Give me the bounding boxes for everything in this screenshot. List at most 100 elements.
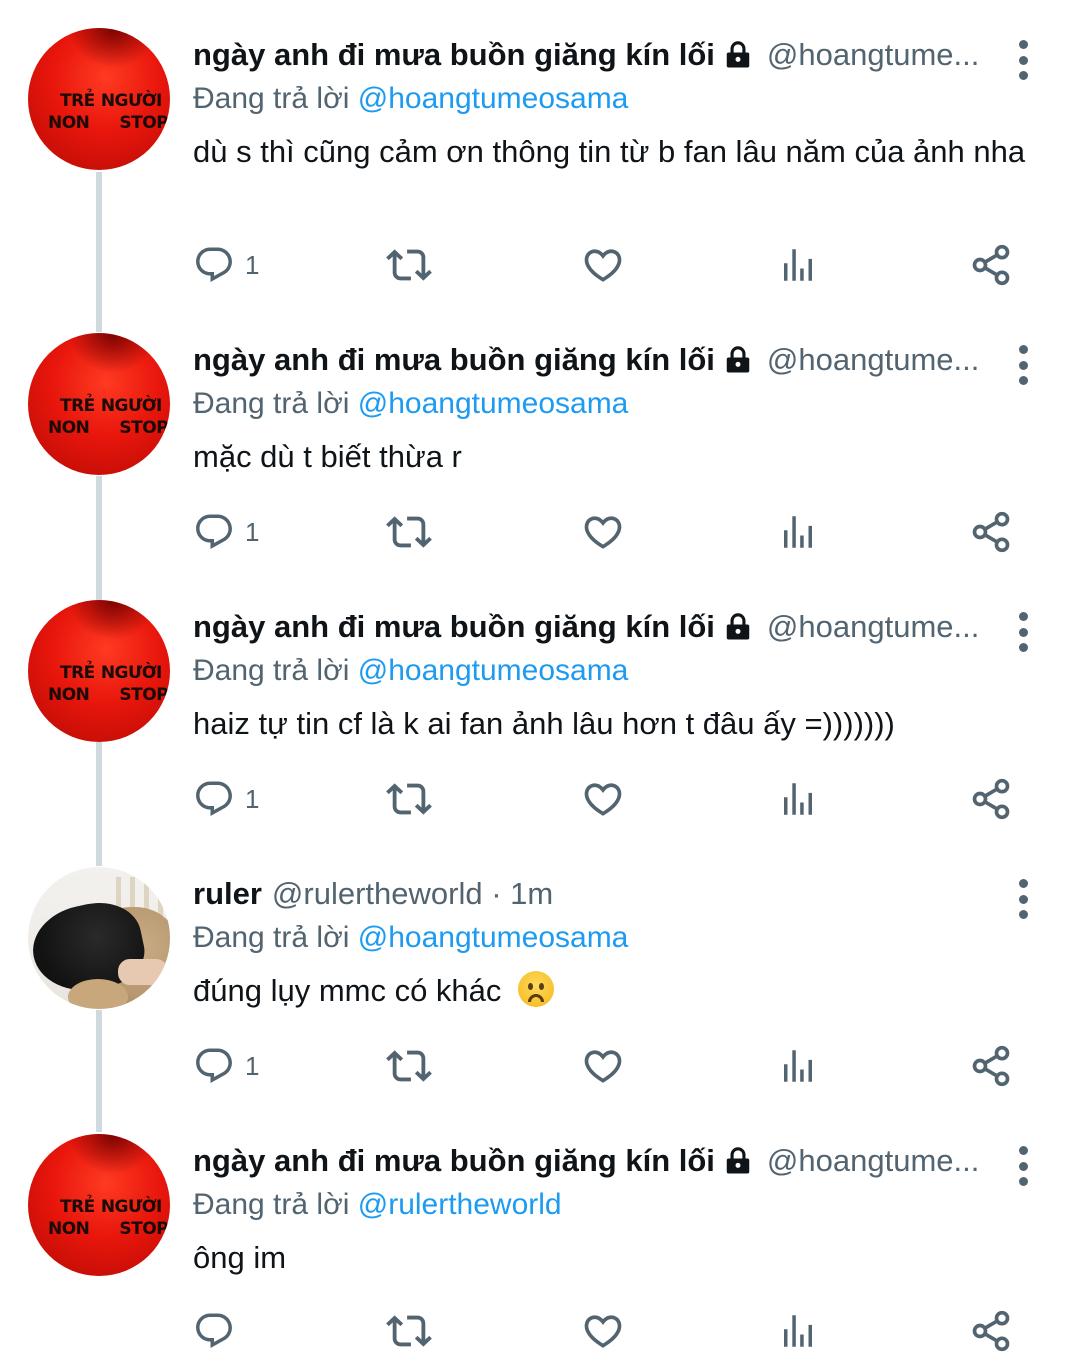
tweet-text: đúng lụy mmc có khác bbox=[193, 973, 502, 1008]
share-icon bbox=[972, 511, 1010, 553]
bar-chart-icon bbox=[784, 783, 812, 815]
like-button[interactable] bbox=[581, 1306, 625, 1356]
user-handle[interactable]: @rulertheworld · 1m bbox=[272, 876, 553, 912]
heart-icon bbox=[584, 1315, 622, 1348]
like-button[interactable] bbox=[581, 1041, 625, 1091]
avatar[interactable]: TRẺ NGƯỜI NON STOP bbox=[28, 600, 170, 742]
replying-to-link[interactable]: @hoangtumeosama bbox=[358, 387, 629, 420]
heart-icon bbox=[584, 516, 622, 549]
replying-to-link[interactable]: @hoangtumeosama bbox=[358, 82, 629, 115]
display-name[interactable]: ngày anh đi mưa buồn giăng kín lối bbox=[193, 37, 715, 73]
avatar[interactable]: TRẺ NGƯỜI NON STOP bbox=[28, 1134, 170, 1276]
share-button[interactable] bbox=[969, 507, 1013, 557]
avatar[interactable] bbox=[28, 867, 170, 1009]
reply-bubble-icon bbox=[196, 1313, 232, 1348]
views-button[interactable] bbox=[777, 507, 819, 557]
reply-button[interactable]: 1 bbox=[193, 1041, 259, 1091]
reply-bubble-icon bbox=[196, 247, 232, 282]
share-icon bbox=[972, 244, 1010, 286]
retweet-button[interactable] bbox=[386, 774, 432, 824]
display-name[interactable]: ngày anh đi mưa buồn giăng kín lối bbox=[193, 1143, 715, 1179]
tweet-text: haiz tự tin cf là k ai fan ảnh lâu hơn t… bbox=[193, 706, 895, 741]
reply-button[interactable]: 1 bbox=[193, 240, 259, 290]
retweet-icon bbox=[386, 1050, 432, 1082]
more-vertical-icon[interactable] bbox=[1015, 345, 1031, 385]
replying-to-line: Đang trả lời @hoangtumeosama bbox=[193, 387, 629, 420]
retweet-icon bbox=[386, 1315, 432, 1347]
display-name[interactable]: ruler bbox=[193, 876, 262, 912]
tweet[interactable]: TRẺ NGƯỜI NON STOP ngày anh đi mưa buồn gi… bbox=[0, 1106, 1080, 1367]
share-icon bbox=[972, 778, 1010, 820]
bar-chart-icon bbox=[784, 249, 812, 281]
heart-icon bbox=[584, 783, 622, 816]
more-vertical-icon[interactable] bbox=[1015, 1146, 1031, 1186]
user-handle[interactable]: @hoangtume... bbox=[767, 37, 979, 73]
reply-count: 1 bbox=[245, 516, 260, 547]
bar-chart-icon bbox=[784, 1315, 812, 1347]
user-handle[interactable]: @hoangtume... bbox=[767, 609, 979, 645]
lock-icon bbox=[726, 41, 750, 68]
share-button[interactable] bbox=[969, 774, 1013, 824]
replying-to-link[interactable]: @hoangtumeosama bbox=[358, 654, 629, 687]
replying-to-line: Đang trả lời @hoangtumeosama bbox=[193, 921, 629, 954]
bar-chart-icon bbox=[784, 1050, 812, 1082]
like-button[interactable] bbox=[581, 240, 625, 290]
like-button[interactable] bbox=[581, 774, 625, 824]
reply-count: 1 bbox=[245, 1050, 260, 1081]
tweet-text: mặc dù t biết thừa r bbox=[193, 439, 462, 474]
share-button[interactable] bbox=[969, 1041, 1013, 1091]
tweet-text: ông im bbox=[193, 1240, 287, 1275]
retweet-button[interactable] bbox=[386, 1041, 432, 1091]
replying-to-link[interactable]: @hoangtumeosama bbox=[358, 921, 629, 954]
heart-icon bbox=[584, 1050, 622, 1083]
views-button[interactable] bbox=[777, 1041, 819, 1091]
retweet-icon bbox=[386, 516, 432, 548]
retweet-button[interactable] bbox=[386, 240, 432, 290]
tweet[interactable]: TRẺ NGƯỜI NON STOP ngày anh đi mưa buồn gi… bbox=[0, 572, 1080, 839]
user-handle[interactable]: @hoangtume... bbox=[767, 1143, 979, 1179]
share-button[interactable] bbox=[969, 240, 1013, 290]
more-vertical-icon[interactable] bbox=[1015, 612, 1031, 652]
retweet-button[interactable] bbox=[386, 507, 432, 557]
replying-to-line: Đang trả lời @hoangtumeosama bbox=[193, 654, 629, 687]
tweet[interactable]: TRẺ NGƯỜI NON STOP ngày anh đi mưa buồn gi… bbox=[0, 0, 1080, 305]
reply-bubble-icon bbox=[196, 781, 232, 816]
tweet[interactable]: ruler @rulertheworld · 1m Đang trả lời @… bbox=[0, 839, 1080, 1106]
lock-icon bbox=[726, 1147, 750, 1174]
avatar-shirt-print: TRẺ NGƯỜI NON STOP bbox=[48, 663, 169, 705]
views-button[interactable] bbox=[777, 1306, 819, 1356]
display-name[interactable]: ngày anh đi mưa buồn giăng kín lối bbox=[193, 609, 715, 645]
reply-button[interactable]: 1 bbox=[193, 507, 259, 557]
reply-bubble-icon bbox=[196, 1048, 232, 1083]
avatar[interactable]: TRẺ NGƯỜI NON STOP bbox=[28, 28, 170, 170]
avatar-shirt-print: TRẺ NGƯỜI NON STOP bbox=[48, 1197, 169, 1239]
views-button[interactable] bbox=[777, 774, 819, 824]
reply-count: 1 bbox=[245, 783, 260, 814]
reply-bubble-icon bbox=[196, 514, 232, 549]
lock-icon bbox=[726, 613, 750, 640]
retweet-icon bbox=[386, 783, 432, 815]
user-handle[interactable]: @hoangtume... bbox=[767, 342, 979, 378]
retweet-icon bbox=[386, 249, 432, 281]
retweet-button[interactable] bbox=[386, 1306, 432, 1356]
bar-chart-icon bbox=[784, 516, 812, 548]
tweet-text: dù s thì cũng cảm ơn thông tin từ b fan … bbox=[193, 134, 1026, 169]
avatar-shirt-print: TRẺ NGƯỜI NON STOP bbox=[48, 396, 169, 438]
heart-icon bbox=[584, 249, 622, 282]
avatar-shirt-print: TRẺ NGƯỜI NON STOP bbox=[48, 91, 169, 133]
more-vertical-icon[interactable] bbox=[1015, 40, 1031, 80]
reply-button[interactable]: 1 bbox=[193, 774, 259, 824]
like-button[interactable] bbox=[581, 507, 625, 557]
reply-button[interactable] bbox=[193, 1306, 245, 1356]
reply-count: 1 bbox=[245, 249, 260, 280]
replying-to-line: Đang trả lời @hoangtumeosama bbox=[193, 82, 629, 115]
views-button[interactable] bbox=[777, 240, 819, 290]
replying-to-line: Đang trả lời @rulertheworld bbox=[193, 1188, 562, 1221]
share-icon bbox=[972, 1045, 1010, 1087]
display-name[interactable]: ngày anh đi mưa buồn giăng kín lối bbox=[193, 342, 715, 378]
share-button[interactable] bbox=[969, 1306, 1013, 1356]
more-vertical-icon[interactable] bbox=[1015, 879, 1031, 919]
replying-to-link[interactable]: @rulertheworld bbox=[358, 1188, 562, 1221]
avatar[interactable]: TRẺ NGƯỜI NON STOP bbox=[28, 333, 170, 475]
tweet[interactable]: TRẺ NGƯỜI NON STOP ngày anh đi mưa buồn gi… bbox=[0, 305, 1080, 572]
